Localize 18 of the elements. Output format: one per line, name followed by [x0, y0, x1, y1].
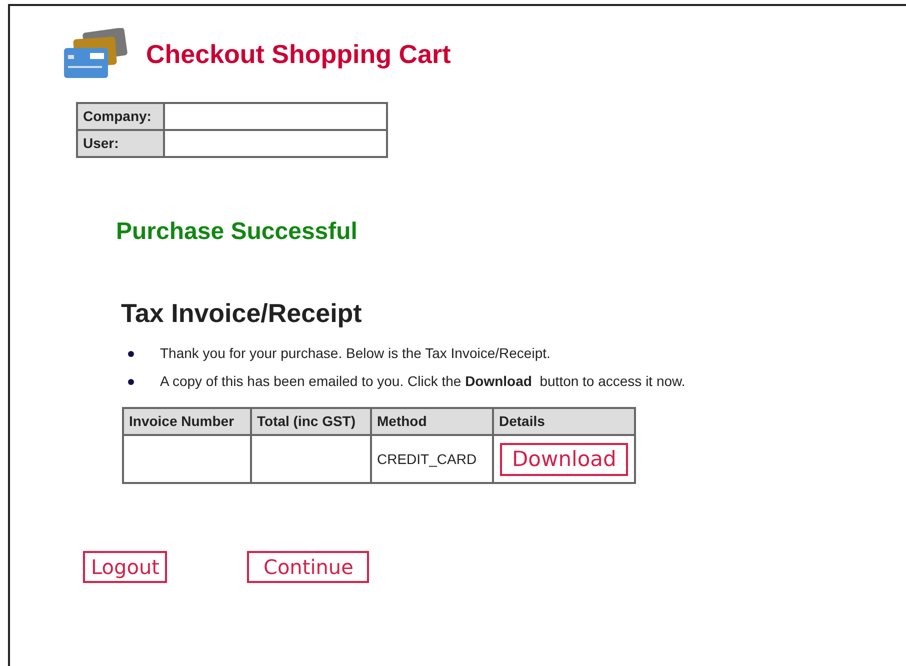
bullet-icon	[128, 350, 134, 356]
field-label: User:	[77, 130, 164, 157]
credit-cards-icon	[62, 28, 128, 80]
table-cell: CREDIT_CARD	[371, 435, 493, 483]
bullet-icon	[128, 378, 134, 384]
download-button[interactable]: Download	[500, 442, 628, 476]
continue-button[interactable]: Continue	[247, 551, 370, 583]
column-header: Method	[371, 408, 493, 435]
column-header: Total (inc GST)	[251, 408, 371, 435]
page-title: Checkout Shopping Cart	[146, 38, 451, 70]
note-text: A copy of this has been emailed to you. Click the Download button to access it now.	[160, 372, 686, 391]
success-message: Purchase Successful	[116, 217, 358, 247]
column-header: Invoice Number	[123, 408, 251, 435]
field-label: Company:	[77, 103, 164, 130]
section-heading: Tax Invoice/Receipt	[121, 297, 363, 330]
logout-button[interactable]: Logout	[83, 551, 168, 583]
column-header: Details	[493, 408, 636, 435]
note-text: Thank you for your purchase. Below is the Tax Invoice/Receipt.	[160, 344, 550, 363]
